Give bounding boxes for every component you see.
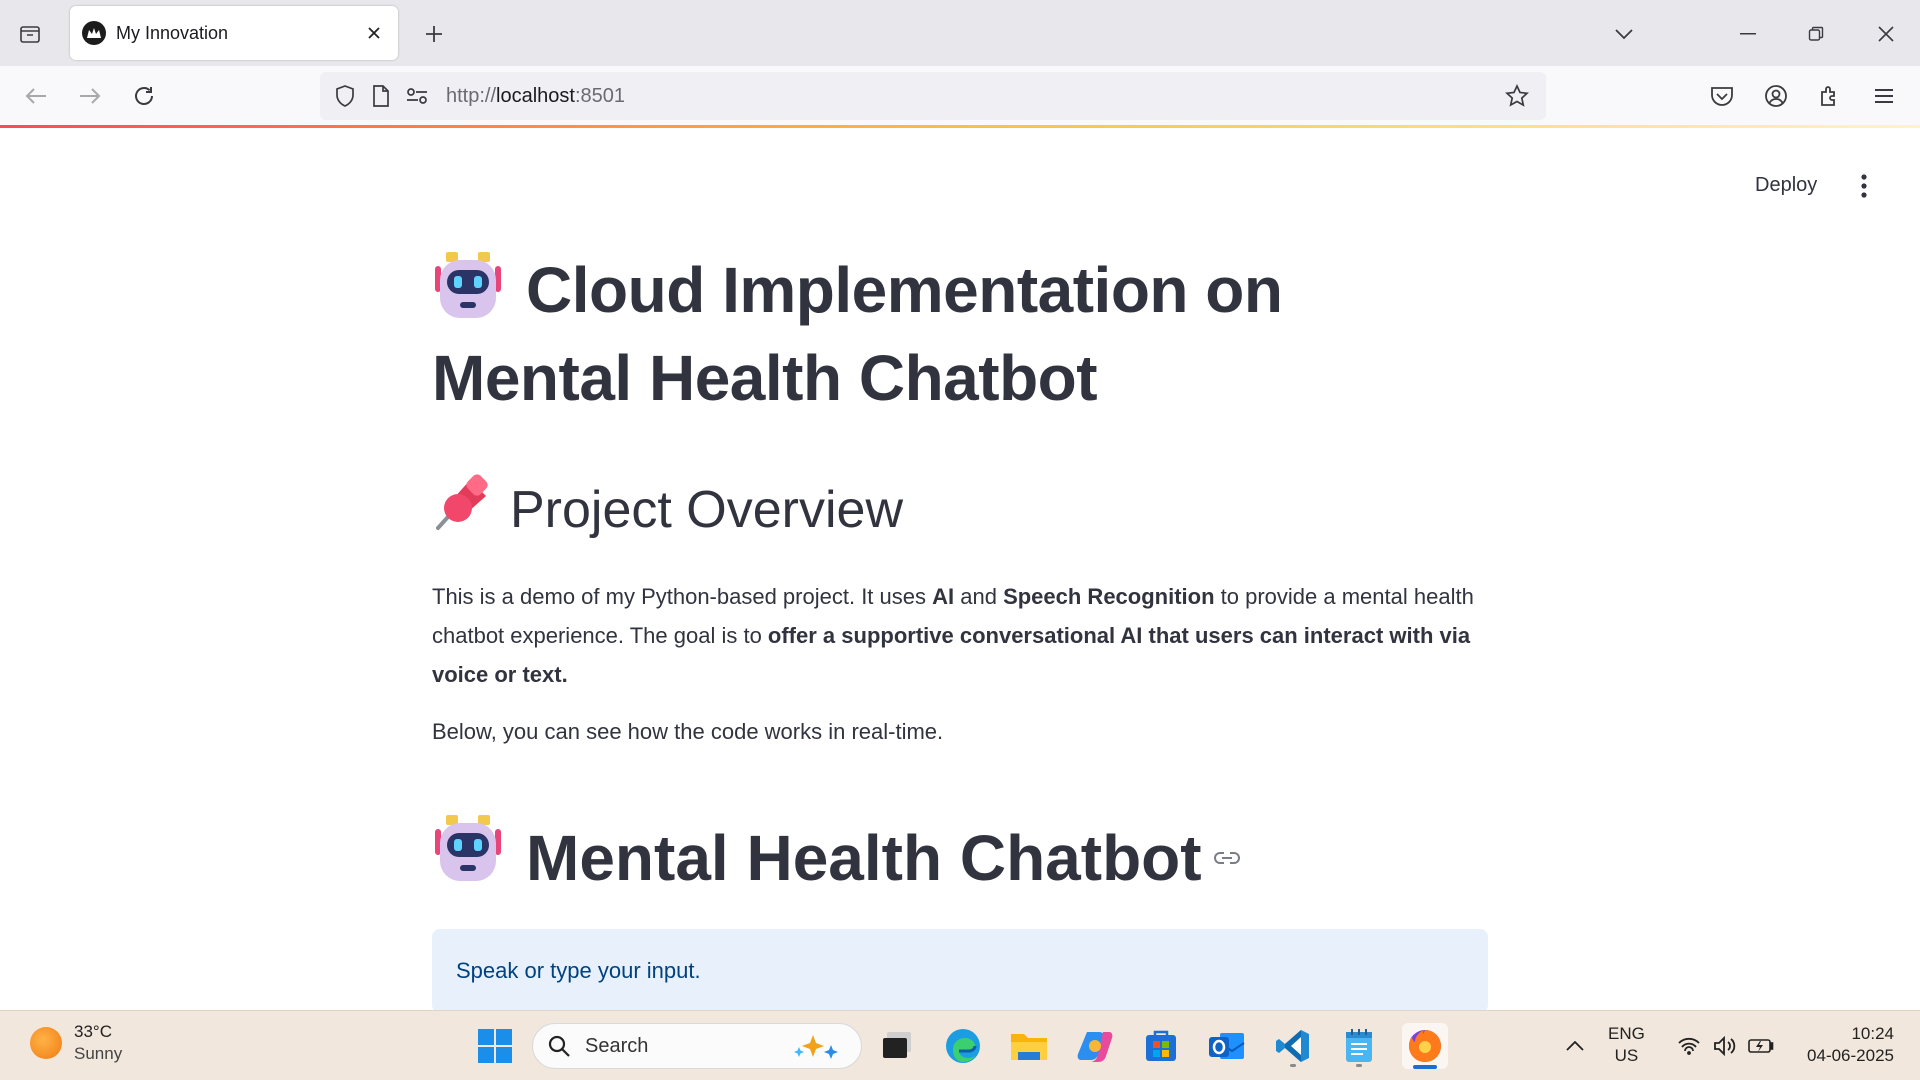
- search-icon: [548, 1035, 570, 1057]
- volume-icon[interactable]: [1710, 1023, 1740, 1069]
- tab-strip: My Innovation: [0, 0, 1920, 66]
- sun-icon: [30, 1027, 62, 1059]
- task-view-icon[interactable]: [874, 1023, 920, 1069]
- page-title: Cloud Implementation on Mental Health Ch…: [432, 250, 1490, 418]
- title-line-1: Cloud Implementation on: [526, 254, 1283, 326]
- tab-list-icon[interactable]: [14, 18, 46, 50]
- overview-heading-text: Project Overview: [510, 481, 903, 540]
- main-menu-icon[interactable]: [1848, 168, 1880, 204]
- weather-condition: Sunny: [74, 1044, 123, 1063]
- copilot-icon[interactable]: [1072, 1023, 1118, 1069]
- close-tab-icon[interactable]: [362, 21, 386, 45]
- tab-title: My Innovation: [116, 22, 229, 43]
- robot-icon: [432, 252, 504, 338]
- notepad-icon[interactable]: [1336, 1023, 1382, 1069]
- account-icon[interactable]: [1758, 78, 1794, 114]
- active-app-indicator: [1413, 1065, 1437, 1069]
- permissions-icon[interactable]: [402, 81, 432, 111]
- anchor-link-icon[interactable]: [1213, 851, 1240, 865]
- file-explorer-icon[interactable]: [1006, 1023, 1052, 1069]
- chevron-up-icon[interactable]: [1560, 1023, 1590, 1069]
- running-indicator: [1356, 1064, 1362, 1067]
- chevron-down-icon[interactable]: [1608, 18, 1640, 50]
- chatbot-heading: Mental Health Chatbot: [432, 814, 1490, 901]
- language-code: ENG: [1608, 1024, 1645, 1043]
- page-load-indicator: [0, 125, 1920, 128]
- weather-widget[interactable]: 33°C Sunny: [30, 1021, 122, 1065]
- battery-icon[interactable]: [1746, 1023, 1776, 1069]
- shield-icon[interactable]: [330, 81, 360, 111]
- robot-icon: [432, 814, 504, 901]
- back-arrow-icon[interactable]: [18, 78, 54, 114]
- streamlit-favicon-icon: [82, 21, 106, 45]
- search-placeholder: Search: [585, 1034, 649, 1057]
- info-alert: Speak or type your input.: [432, 928, 1488, 1013]
- weather-temperature: 33°C: [74, 1022, 112, 1041]
- copilot-sparkle-icon: [794, 1035, 838, 1059]
- running-indicator: [1290, 1064, 1296, 1067]
- main-content: Cloud Implementation on Mental Health Ch…: [432, 250, 1490, 1013]
- wifi-icon[interactable]: [1674, 1023, 1704, 1069]
- realtime-paragraph: Below, you can see how the code works in…: [432, 718, 944, 744]
- browser-tab[interactable]: My Innovation: [70, 6, 398, 60]
- firefox-icon[interactable]: [1402, 1023, 1448, 1069]
- clock-date: 04-06-2025: [1807, 1046, 1894, 1065]
- system-clock[interactable]: 10:24 04-06-2025: [1790, 1023, 1894, 1067]
- overview-paragraph: This is a demo of my Python-based projec…: [432, 583, 1474, 687]
- bookmark-star-icon[interactable]: [1502, 81, 1532, 111]
- title-line-2: Mental Health Chatbot: [432, 342, 1098, 415]
- clock-time: 10:24: [1851, 1024, 1894, 1043]
- taskbar-search[interactable]: Search: [532, 1023, 862, 1069]
- chatbot-heading-text: Mental Health Chatbot: [526, 821, 1202, 894]
- navigation-bar: http://localhost:8501: [0, 66, 1920, 126]
- deploy-button[interactable]: Deploy: [1745, 168, 1827, 203]
- url-text[interactable]: http://localhost:8501: [446, 85, 1492, 108]
- microsoft-store-icon[interactable]: [1138, 1023, 1184, 1069]
- edge-browser-icon[interactable]: [940, 1023, 986, 1069]
- language-indicator[interactable]: ENG US: [1608, 1023, 1645, 1067]
- page-icon[interactable]: [366, 81, 396, 111]
- restore-icon[interactable]: [1796, 14, 1836, 54]
- close-window-icon[interactable]: [1866, 14, 1906, 54]
- keyboard-region: US: [1614, 1046, 1639, 1065]
- pushpin-icon: [432, 472, 492, 555]
- windows-taskbar: 33°C Sunny Search ENG US 10:24 04-06-202…: [0, 1010, 1920, 1080]
- hamburger-menu-icon[interactable]: [1866, 78, 1902, 114]
- vscode-icon[interactable]: [1270, 1023, 1316, 1069]
- new-tab-icon[interactable]: [418, 18, 450, 50]
- windows-start-icon[interactable]: [472, 1023, 518, 1069]
- minimize-icon[interactable]: [1728, 14, 1768, 54]
- address-bar[interactable]: http://localhost:8501: [320, 72, 1546, 120]
- project-overview-heading: Project Overview: [432, 470, 1490, 555]
- reload-icon[interactable]: [126, 78, 162, 114]
- extensions-icon[interactable]: [1812, 78, 1848, 114]
- forward-arrow-icon[interactable]: [72, 78, 108, 114]
- pocket-icon[interactable]: [1704, 78, 1740, 114]
- outlook-icon[interactable]: [1204, 1023, 1250, 1069]
